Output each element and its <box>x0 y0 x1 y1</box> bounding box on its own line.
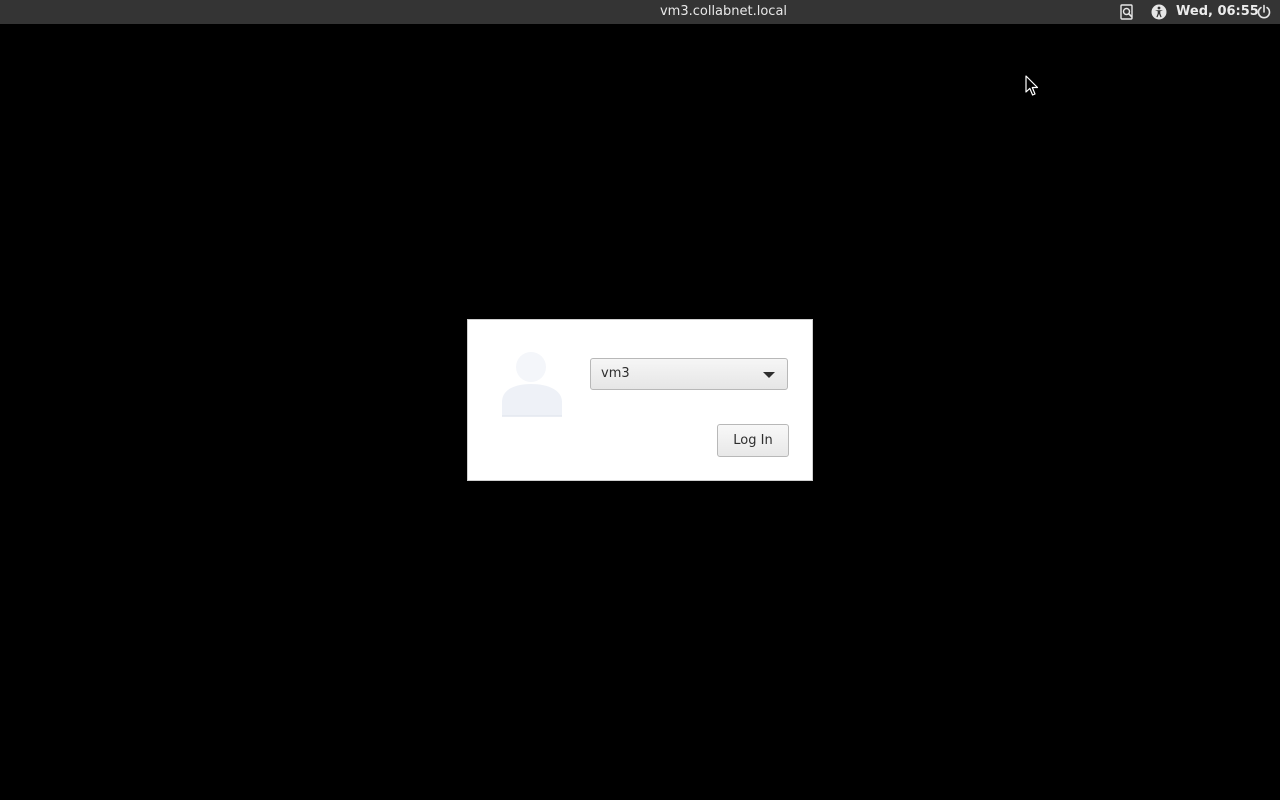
log-in-button[interactable]: Log In <box>717 424 789 457</box>
accessibility-icon[interactable] <box>1151 4 1167 20</box>
top-panel: vm3.collabnet.local Wed, 06:55 <box>0 0 1280 24</box>
input-method-icon[interactable] <box>1119 4 1135 20</box>
login-dialog: vm3 Log In <box>467 319 813 481</box>
user-select-dropdown[interactable]: vm3 <box>590 358 788 390</box>
selected-user: vm3 <box>601 366 630 381</box>
power-icon[interactable] <box>1256 4 1272 20</box>
user-avatar-icon <box>502 352 562 417</box>
login-screen: vm3.collabnet.local Wed, 06:55 vm3 Log I… <box>0 0 1280 800</box>
hostname-label: vm3.collabnet.local <box>659 4 788 19</box>
clock[interactable]: Wed, 06:55 <box>1176 0 1259 24</box>
mouse-pointer-icon <box>1025 75 1039 96</box>
dropdown-arrow-icon <box>763 372 775 378</box>
